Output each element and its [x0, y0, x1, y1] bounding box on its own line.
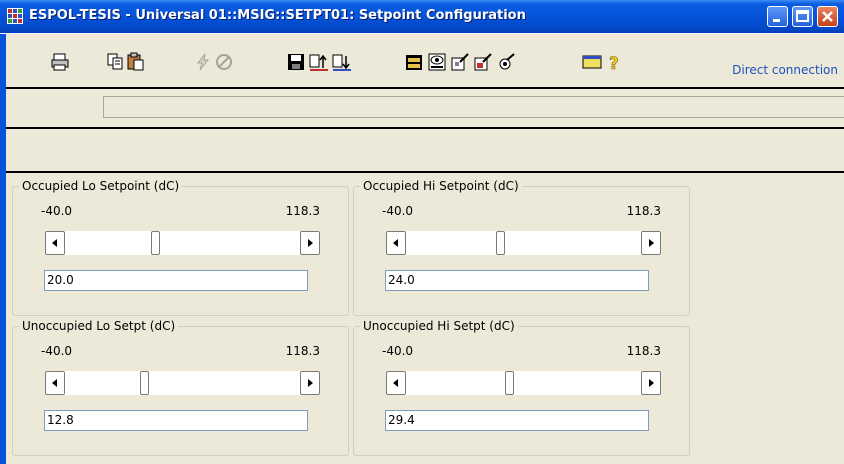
- save-icon: [288, 54, 304, 70]
- min-value: -40.0: [382, 204, 414, 218]
- unoccupied-lo-setpoint-group: Unoccupied Lo Setpt (dC) -40.0 118.3 12.…: [12, 319, 349, 456]
- save-button[interactable]: [286, 52, 306, 72]
- close-icon: [822, 11, 833, 22]
- group-label: Occupied Hi Setpoint (dC): [360, 179, 522, 193]
- setpoint-scrollbar[interactable]: [44, 370, 321, 396]
- eye-button[interactable]: [427, 52, 447, 72]
- folder-button[interactable]: [404, 52, 424, 72]
- group-label: Occupied Lo Setpoint (dC): [19, 179, 183, 193]
- window-button[interactable]: [582, 52, 602, 72]
- minimize-button[interactable]: [767, 6, 788, 27]
- arrow-left-icon: [52, 239, 57, 247]
- occupied-hi-setpoint-group: Occupied Hi Setpoint (dC) -40.0 118.3 24…: [353, 179, 690, 316]
- copy-icon: [107, 53, 123, 70]
- lightning-button[interactable]: [193, 52, 213, 72]
- window-icon: [582, 55, 602, 69]
- arrow-left-icon: [393, 239, 398, 247]
- arrow-right-icon: [649, 379, 654, 387]
- unoccupied-hi-setpoint-group: Unoccupied Hi Setpt (dC) -40.0 118.3 29.…: [353, 319, 690, 456]
- arrow-right-icon: [308, 239, 313, 247]
- upload-icon: [309, 54, 328, 71]
- setpoint-value-field[interactable]: 20.0: [44, 270, 308, 291]
- window-title: ESPOL-TESIS - Universal 01::MSIG::SETPT0…: [29, 8, 526, 23]
- print-button[interactable]: [50, 52, 70, 72]
- scroll-thumb[interactable]: [505, 371, 515, 395]
- wizard-icon: [451, 53, 469, 71]
- paste-icon: [127, 52, 144, 71]
- arrow-right-icon: [308, 379, 313, 387]
- scroll-left-button[interactable]: [386, 371, 406, 395]
- print-icon: [51, 53, 69, 71]
- group-label: Unoccupied Hi Setpt (dC): [360, 319, 518, 333]
- wizard2-icon: [474, 53, 492, 71]
- max-value: 118.3: [626, 344, 661, 358]
- copy-button[interactable]: [106, 52, 126, 72]
- setpoint-scrollbar[interactable]: [44, 230, 321, 256]
- download-icon: [332, 54, 351, 71]
- paste-button[interactable]: [126, 52, 146, 72]
- scroll-left-button[interactable]: [45, 371, 65, 395]
- min-value: -40.0: [382, 344, 414, 358]
- maximize-icon: [796, 10, 809, 22]
- max-value: 118.3: [285, 344, 320, 358]
- setpoint-value-field[interactable]: 24.0: [385, 270, 649, 291]
- lightning-icon: [196, 53, 210, 71]
- setpoint-scrollbar[interactable]: [385, 230, 662, 256]
- divider: [6, 171, 844, 173]
- help-button[interactable]: ?: [603, 52, 623, 75]
- scroll-right-button[interactable]: [300, 231, 320, 255]
- divider: [6, 127, 844, 129]
- status-field: [103, 96, 844, 118]
- folder-icon: [406, 55, 422, 70]
- close-button[interactable]: [817, 6, 838, 27]
- wizard-button[interactable]: [450, 52, 470, 72]
- scroll-right-button[interactable]: [641, 231, 661, 255]
- upload-button[interactable]: [309, 52, 329, 72]
- setpoint-value-field[interactable]: 29.4: [385, 410, 649, 431]
- scroll-thumb[interactable]: [139, 371, 149, 395]
- arrow-left-icon: [393, 379, 398, 387]
- min-value: -40.0: [41, 344, 73, 358]
- scroll-left-button[interactable]: [45, 231, 65, 255]
- tools-button[interactable]: [496, 52, 516, 72]
- app-icon: [7, 8, 23, 24]
- no-button[interactable]: [214, 52, 234, 72]
- max-value: 118.3: [285, 204, 320, 218]
- scroll-left-button[interactable]: [386, 231, 406, 255]
- eye-icon: [428, 53, 446, 71]
- divider: [6, 87, 844, 89]
- min-value: -40.0: [41, 204, 73, 218]
- arrow-right-icon: [649, 239, 654, 247]
- occupied-lo-setpoint-group: Occupied Lo Setpoint (dC) -40.0 118.3 20…: [12, 179, 349, 316]
- arrow-left-icon: [52, 379, 57, 387]
- max-value: 118.3: [626, 204, 661, 218]
- scroll-right-button[interactable]: [641, 371, 661, 395]
- tools-icon: [499, 53, 515, 70]
- scroll-thumb[interactable]: [150, 231, 160, 255]
- connection-status: Direct connection: [732, 63, 838, 77]
- help-icon: ?: [609, 54, 619, 75]
- scroll-thumb[interactable]: [496, 231, 506, 255]
- minimize-icon: [773, 19, 780, 22]
- wizard2-button[interactable]: [473, 52, 493, 72]
- setpoint-scrollbar[interactable]: [385, 370, 662, 396]
- group-label: Unoccupied Lo Setpt (dC): [19, 319, 179, 333]
- setpoint-value-field[interactable]: 12.8: [44, 410, 308, 431]
- scroll-right-button[interactable]: [300, 371, 320, 395]
- title-bar[interactable]: ESPOL-TESIS - Universal 01::MSIG::SETPT0…: [0, 0, 844, 33]
- status-field-left: [6, 96, 103, 118]
- no-icon: [216, 54, 232, 70]
- svg-text:?: ?: [609, 54, 619, 72]
- maximize-button[interactable]: [792, 6, 813, 27]
- download-button[interactable]: [332, 52, 352, 72]
